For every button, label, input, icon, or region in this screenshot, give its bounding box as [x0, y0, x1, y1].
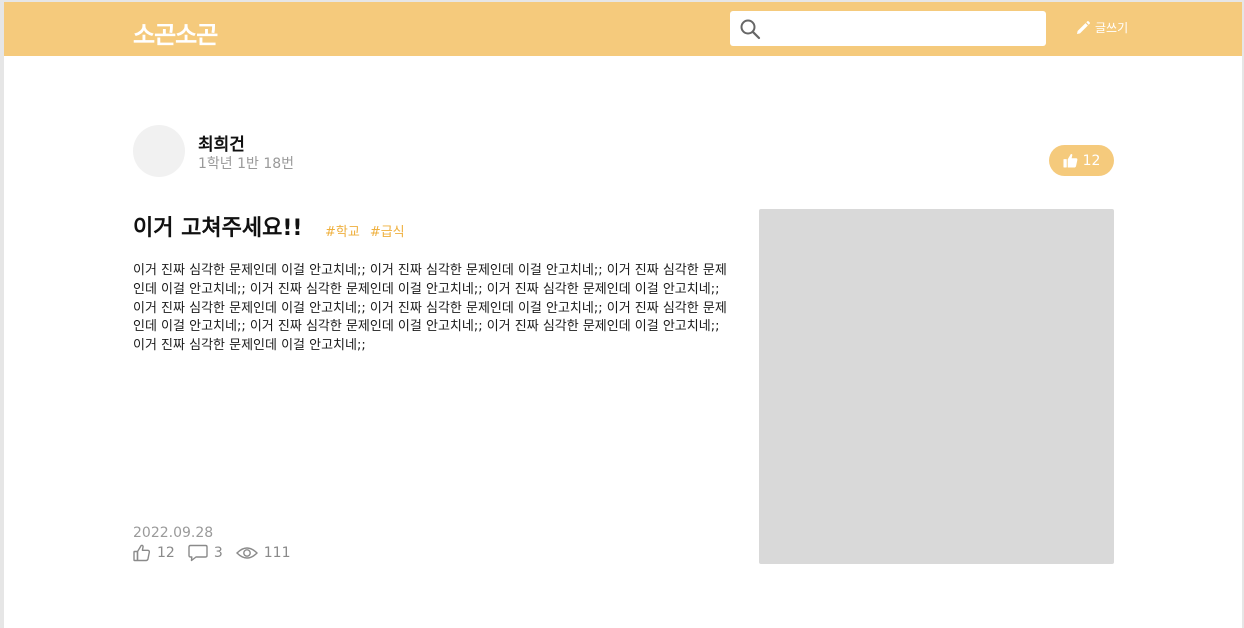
write-post-label: 글쓰기	[1095, 21, 1129, 35]
eye-icon	[235, 547, 258, 559]
comment-stat[interactable]: 3	[188, 544, 223, 562]
write-post-button[interactable]: 글쓰기	[1076, 19, 1128, 36]
author-name[interactable]: 최희건	[198, 130, 245, 155]
like-button[interactable]: 12	[1049, 145, 1114, 176]
post-title: 이거 고쳐주세요!!	[133, 216, 303, 241]
thumbs-up-icon	[1063, 153, 1077, 168]
author-avatar[interactable]	[133, 125, 185, 177]
post-image[interactable]	[759, 209, 1114, 564]
post-stats: 12 3 111	[133, 544, 303, 562]
tag-lunch[interactable]: #급식	[370, 221, 405, 240]
views-stat: 111	[235, 545, 291, 561]
author-class-info: 1학년 1반 18번	[198, 156, 295, 172]
post-tags: #학교 #급식	[325, 221, 405, 240]
thumbs-up-icon	[133, 544, 151, 562]
pencil-icon	[1077, 20, 1090, 34]
search-icon	[740, 19, 761, 40]
search-box[interactable]	[730, 11, 1046, 46]
search-input[interactable]	[766, 15, 1036, 42]
post-body: 이거 진짜 심각한 문제인데 이걸 안고치네;; 이거 진짜 심각한 문제인데 …	[133, 263, 727, 354]
app-logo[interactable]: 소곤소곤	[133, 15, 218, 50]
like-stat-count: 12	[157, 545, 175, 561]
comment-stat-count: 3	[213, 545, 223, 561]
like-stat[interactable]: 12	[133, 544, 175, 562]
views-stat-count: 111	[263, 545, 291, 561]
post-date: 2022.09.28	[133, 525, 214, 541]
top-navbar: 소곤소곤 글쓰기	[4, 2, 1242, 56]
like-count: 12	[1082, 152, 1101, 169]
comment-icon	[188, 544, 208, 562]
tag-school[interactable]: #학교	[325, 221, 360, 240]
